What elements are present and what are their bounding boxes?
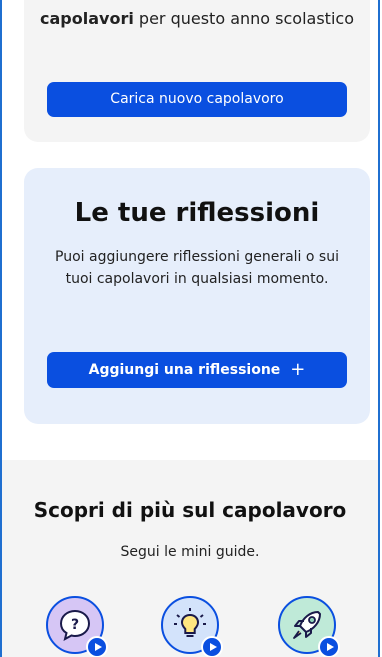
play-icon xyxy=(86,636,108,657)
svg-text:?: ? xyxy=(71,617,79,633)
plus-icon: + xyxy=(290,359,306,380)
reflections-card: Le tue riflessioni Puoi aggiungere rifle… xyxy=(24,168,370,424)
guide-lightbulb[interactable] xyxy=(161,596,223,657)
upload-card: capolavori per questo anno scolastico Ca… xyxy=(24,0,370,142)
reflections-description: Puoi aggiungere riflessioni generali o s… xyxy=(55,249,339,287)
upload-description-bold: capolavori xyxy=(40,9,134,28)
discover-subtitle: Segui le mini guide. xyxy=(120,544,260,560)
discover-section: Scopri di più sul capolavoro Segui le mi… xyxy=(2,460,378,657)
guide-question[interactable]: ? xyxy=(46,596,108,657)
guide-rocket[interactable] xyxy=(278,596,340,657)
upload-description: capolavori per questo anno scolastico xyxy=(24,6,370,31)
play-icon xyxy=(201,636,223,657)
reflections-title: Le tue riflessioni xyxy=(74,198,320,228)
upload-masterpiece-button[interactable]: Carica nuovo capolavoro xyxy=(47,82,347,117)
discover-title: Scopri di più sul capolavoro xyxy=(33,498,347,522)
mobile-viewport: capolavori per questo anno scolastico Ca… xyxy=(0,0,380,657)
add-reflection-label: Aggiungi una riflessione xyxy=(88,362,281,378)
upload-description-rest: per questo anno scolastico xyxy=(133,9,354,28)
add-reflection-button[interactable]: Aggiungi una riflessione + xyxy=(47,352,347,388)
play-icon xyxy=(318,636,340,657)
